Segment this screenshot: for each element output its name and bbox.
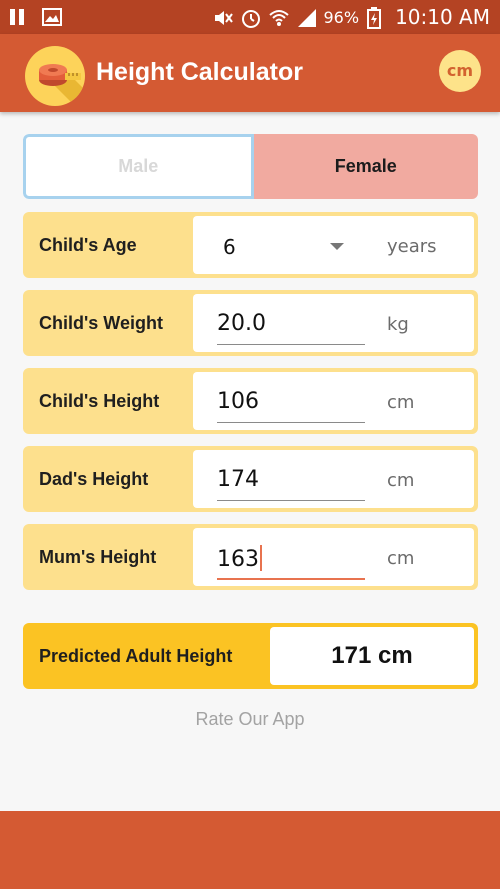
chevron-down-icon: [330, 243, 344, 250]
result-value: 171 cm: [270, 627, 474, 685]
rate-app-link[interactable]: Rate Our App: [0, 709, 500, 730]
pause-icon: [8, 7, 28, 27]
mum-height-box: 163 cm: [193, 528, 474, 586]
weight-input[interactable]: 20.0: [217, 311, 266, 336]
dad-height-unit: cm: [387, 470, 415, 491]
child-height-row: Child's Height 106 cm: [23, 368, 478, 434]
result-row: Predicted Adult Height 171 cm: [23, 623, 478, 689]
signal-icon: [296, 7, 316, 27]
app-bar: Height Calculator cm: [0, 34, 500, 112]
dad-height-underline: [217, 500, 365, 501]
alarm-icon: [240, 7, 260, 28]
age-dropdown[interactable]: 6 years: [193, 216, 474, 274]
status-left-icons: [8, 7, 62, 27]
child-height-underline: [217, 422, 365, 423]
dad-height-row: Dad's Height 174 cm: [23, 446, 478, 512]
dad-height-label: Dad's Height: [39, 469, 149, 489]
dad-height-input[interactable]: 174: [217, 467, 259, 492]
mute-icon: [212, 7, 233, 27]
weight-box: 20.0 kg: [193, 294, 474, 352]
mum-height-underline: [217, 578, 365, 580]
measuring-tape-icon: [25, 46, 85, 106]
battery-percent: 96%: [323, 7, 360, 27]
status-time: 10:10 AM: [395, 5, 490, 29]
result-label: Predicted Adult Height: [39, 646, 233, 666]
weight-label: Child's Weight: [39, 313, 163, 333]
age-label: Child's Age: [39, 235, 137, 255]
gender-selector: Male Female: [23, 134, 478, 199]
unit-toggle-button[interactable]: cm: [439, 50, 481, 92]
child-height-unit: cm: [387, 392, 415, 413]
age-value: 6: [223, 235, 236, 259]
weight-row: Child's Weight 20.0 kg: [23, 290, 478, 356]
mum-height-row: Mum's Height 163 cm: [23, 524, 478, 590]
age-row: Child's Age 6 years: [23, 212, 478, 278]
weight-unit: kg: [387, 314, 409, 335]
app-title: Height Calculator: [96, 58, 303, 86]
weight-underline: [217, 344, 365, 345]
mum-height-label: Mum's Height: [39, 547, 157, 567]
mum-height-input[interactable]: 163: [217, 545, 262, 572]
status-bar: 96% 10:10 AM: [0, 0, 500, 34]
image-icon: [42, 7, 62, 27]
gender-male-button[interactable]: Male: [23, 134, 254, 199]
mum-height-unit: cm: [387, 548, 415, 569]
text-cursor: [260, 545, 262, 571]
child-height-label: Child's Height: [39, 391, 160, 411]
status-right-icons: 96% 10:10 AM: [212, 5, 490, 29]
wifi-icon: [268, 7, 289, 27]
gender-female-button[interactable]: Female: [253, 134, 478, 199]
dad-height-box: 174 cm: [193, 450, 474, 508]
mum-height-value: 163: [217, 547, 259, 572]
bottom-bar: [0, 811, 500, 889]
child-height-input[interactable]: 106: [217, 389, 259, 414]
battery-charging-icon: [367, 7, 387, 29]
age-unit: years: [387, 236, 437, 257]
child-height-box: 106 cm: [193, 372, 474, 430]
